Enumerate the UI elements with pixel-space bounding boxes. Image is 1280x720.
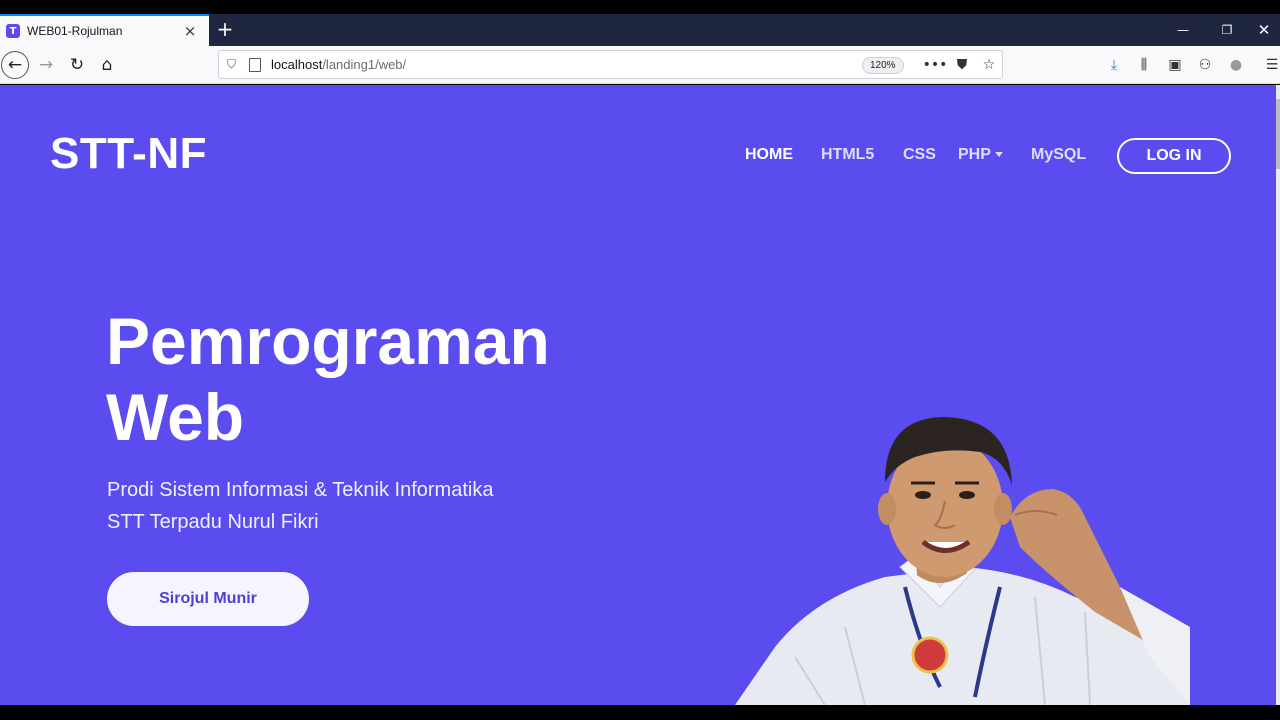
bookmark-star-icon[interactable]: ☆ xyxy=(979,55,999,75)
hero-subtitle: Prodi Sistem Informasi & Teknik Informat… xyxy=(107,474,493,538)
nav-css[interactable]: CSS xyxy=(903,146,936,164)
account-icon[interactable]: ⚇ xyxy=(1195,55,1215,75)
hero-title-line1: Pemrograman xyxy=(106,304,550,378)
download-icon[interactable]: ⤓ xyxy=(1104,55,1124,75)
menu-icon[interactable]: ☰ xyxy=(1262,55,1280,75)
minimize-icon[interactable]: — xyxy=(1160,14,1206,46)
sidebar-icon[interactable]: ▣ xyxy=(1165,55,1185,75)
nav-php-label: PHP xyxy=(958,146,991,163)
nav-home[interactable]: HOME xyxy=(745,146,793,164)
caret-down-icon xyxy=(994,152,1003,158)
page-viewport: STT-NF HOME HTML5 CSS PHP MySQL LOG IN P… xyxy=(0,85,1276,705)
scrollbar[interactable] xyxy=(1276,85,1280,705)
hero-subtitle-line1: Prodi Sistem Informasi & Teknik Informat… xyxy=(107,479,494,501)
site-logo[interactable]: STT-NF xyxy=(50,129,207,179)
address-bar[interactable]: ⛉ localhost/landing1/web/ 120% ••• ⛊ ☆ xyxy=(218,50,1003,79)
browser-toolbar: ← → ↻ ⌂ ⛉ localhost/landing1/web/ 120% •… xyxy=(0,46,1280,84)
pocket-icon[interactable]: ⛊ xyxy=(952,55,972,75)
close-window-icon[interactable]: ✕ xyxy=(1248,14,1280,46)
screen-top-border xyxy=(0,0,1280,14)
shield-icon[interactable]: ⛉ xyxy=(227,57,241,72)
reload-icon[interactable]: ↻ xyxy=(63,51,91,79)
hero-button[interactable]: Sirojul Munir xyxy=(107,572,309,626)
hero-title: Pemrograman Web xyxy=(106,303,550,455)
close-tab-icon[interactable]: × xyxy=(182,22,198,40)
favicon-icon: T xyxy=(6,24,20,38)
back-icon[interactable]: ← xyxy=(1,51,29,79)
library-icon[interactable]: ⫼ xyxy=(1134,55,1154,75)
forward-icon[interactable]: → xyxy=(32,51,60,79)
page-info-icon[interactable] xyxy=(249,57,261,72)
new-tab-icon[interactable]: + xyxy=(215,17,235,41)
hero-title-line2: Web xyxy=(106,380,245,454)
restore-icon[interactable]: ❐ xyxy=(1204,14,1250,46)
extension-icon[interactable]: ● xyxy=(1226,55,1246,75)
scrollbar-thumb[interactable] xyxy=(1276,99,1280,169)
url-text[interactable]: localhost/landing1/web/ xyxy=(271,57,406,72)
screen-bottom-border xyxy=(0,705,1280,720)
portrait-photo xyxy=(735,417,1190,705)
login-button[interactable]: LOG IN xyxy=(1117,138,1231,174)
more-actions-icon[interactable]: ••• xyxy=(923,55,948,75)
browser-tab[interactable]: T WEB01-Rojulman × xyxy=(0,14,209,46)
nav-php[interactable]: PHP xyxy=(958,146,1003,164)
zoom-indicator[interactable]: 120% xyxy=(862,57,904,74)
tab-strip: T WEB01-Rojulman × + — ❐ ✕ xyxy=(0,14,1280,46)
tab-title: WEB01-Rojulman xyxy=(27,24,123,38)
home-icon[interactable]: ⌂ xyxy=(93,51,121,79)
nav-mysql[interactable]: MySQL xyxy=(1031,146,1086,164)
nav-html5[interactable]: HTML5 xyxy=(821,146,874,164)
hero-subtitle-line2: STT Terpadu Nurul Fikri xyxy=(107,511,319,533)
